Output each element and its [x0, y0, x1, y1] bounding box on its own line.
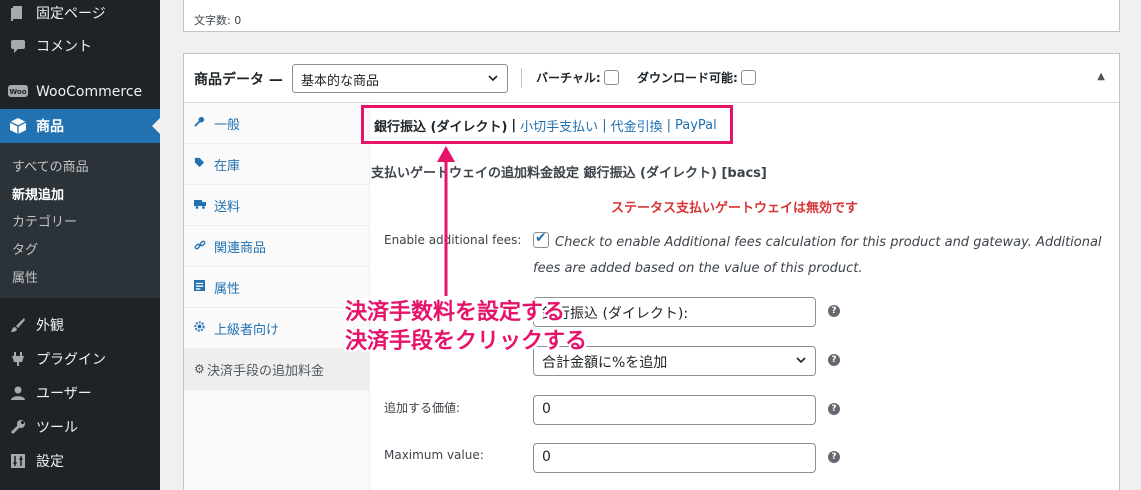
- help-icon[interactable]: ?: [828, 354, 840, 366]
- menu-item-plugins[interactable]: プラグイン: [0, 342, 160, 376]
- annotation-line: 決済手数料を設定する: [345, 300, 566, 325]
- tab-general[interactable]: 一般: [184, 103, 369, 144]
- downloadable-checkbox[interactable]: [740, 70, 756, 85]
- wrench-icon: [194, 116, 214, 130]
- svg-text:Woo: Woo: [9, 88, 26, 96]
- page-icon: [0, 4, 36, 22]
- product-type-select[interactable]: 基本的な商品: [292, 64, 508, 93]
- menu-item-users[interactable]: ユーザー: [0, 376, 160, 410]
- help-icon[interactable]: ?: [828, 403, 840, 415]
- fee-value-label: 追加する価値:: [384, 401, 461, 415]
- help-icon[interactable]: ?: [828, 451, 840, 463]
- menu-item-settings[interactable]: 設定: [0, 444, 160, 478]
- settings-icon: [0, 453, 36, 469]
- menu-item-woocommerce[interactable]: Woo WooCommerce: [0, 75, 160, 109]
- product-data-header: 商品データ — 基本的な商品 バーチャル: ダウンロード可能: ▲: [184, 54, 1119, 103]
- tools-icon: [0, 419, 36, 435]
- enable-fees-description: Check to enable Additional fees calculat…: [533, 235, 1102, 276]
- woocommerce-icon: Woo: [0, 85, 36, 99]
- tab-label: 決済手段の追加料金: [207, 363, 325, 379]
- downloadable-option: ダウンロード可能:: [637, 69, 756, 86]
- fee-value-input[interactable]: 0: [533, 395, 816, 425]
- plugins-icon: [0, 351, 36, 367]
- enable-fees-label: Enable additional fees:: [384, 233, 522, 247]
- menu-label: コメント: [36, 39, 92, 55]
- menu-item-products[interactable]: 商品: [0, 109, 160, 143]
- downloadable-label: ダウンロード可能:: [637, 71, 738, 85]
- tab-label: 関連商品: [214, 240, 267, 256]
- truck-icon: [194, 198, 214, 212]
- section-title: 支払いゲートウェイの追加料金設定 銀行振込 (ダイレクト) [bacs]: [371, 166, 767, 181]
- fee-type-value: 合計金額に%を追加: [542, 355, 668, 371]
- virtual-label: バーチャル:: [536, 71, 601, 85]
- tab-label: 在庫: [214, 158, 241, 174]
- gear-icon: ⚙: [194, 362, 205, 376]
- tab-shipping[interactable]: 送料: [184, 185, 369, 226]
- gear-icon: [194, 321, 214, 335]
- chevron-down-icon: [487, 72, 499, 88]
- submenu-add-new[interactable]: 新規追加: [12, 184, 64, 203]
- menu-item-pages[interactable]: 固定ページ: [0, 0, 160, 30]
- tab-label: 一般: [214, 117, 241, 133]
- menu-label: 外観: [36, 318, 64, 334]
- users-icon: [0, 385, 36, 401]
- header-divider: [521, 68, 522, 88]
- help-icon[interactable]: ?: [828, 305, 840, 317]
- list-icon: [194, 280, 214, 294]
- tab-label: 送料: [214, 199, 241, 215]
- menu-label: 固定ページ: [36, 6, 106, 22]
- tab-advanced[interactable]: 上級者向け: [184, 308, 369, 349]
- product-data-tabs: 一般 在庫 送料 関連商品 属性 上級者向け ⚙ 決済手段の追加料金: [184, 103, 370, 490]
- menu-item-appearance[interactable]: 外観: [0, 308, 160, 342]
- products-icon: [0, 117, 36, 135]
- tab-linked-products[interactable]: 関連商品: [184, 226, 369, 267]
- menu-label: 商品: [36, 119, 64, 135]
- annotation-line: 決済手段をクリックする: [345, 329, 588, 354]
- collapse-toggle-icon[interactable]: ▲: [1097, 71, 1105, 82]
- virtual-option: バーチャル:: [536, 69, 619, 86]
- menu-label: プラグイン: [36, 352, 106, 368]
- menu-label: ツール: [36, 420, 78, 436]
- max-value-input[interactable]: 0: [533, 443, 816, 473]
- submenu-categories[interactable]: カテゴリー: [12, 211, 77, 230]
- menu-label: 設定: [36, 454, 64, 470]
- link-icon: [194, 239, 214, 254]
- submenu-all-products[interactable]: すべての商品: [12, 156, 89, 175]
- chevron-down-icon: [795, 354, 807, 370]
- word-count: 文字数: 0: [194, 14, 242, 27]
- tab-label: 上級者向け: [214, 322, 280, 338]
- tab-label: 属性: [214, 281, 241, 297]
- highlight-frame: [361, 105, 733, 144]
- virtual-checkbox[interactable]: [603, 70, 619, 85]
- max-value-label: Maximum value:: [384, 448, 484, 462]
- appearance-icon: [0, 317, 36, 333]
- menu-item-tools[interactable]: ツール: [0, 410, 160, 444]
- tab-inventory[interactable]: 在庫: [184, 144, 369, 185]
- comment-icon: [0, 38, 36, 54]
- admin-sidebar: 固定ページ コメント Woo WooCommerce 商品 すべての商品 新規追…: [0, 0, 160, 490]
- enable-fees-checkbox[interactable]: [533, 230, 549, 248]
- menu-item-comments[interactable]: コメント: [0, 29, 160, 63]
- submenu-attributes[interactable]: 属性: [12, 267, 38, 286]
- tab-payment-fees[interactable]: ⚙ 決済手段の追加料金: [184, 349, 369, 390]
- product-type-value: 基本的な商品: [301, 74, 380, 89]
- product-data-title: 商品データ —: [194, 72, 283, 88]
- product-data-box: 商品データ — 基本的な商品 バーチャル: ダウンロード可能: ▲ 一般 在庫 …: [183, 53, 1120, 490]
- tab-attributes[interactable]: 属性: [184, 267, 369, 308]
- tag-icon: [194, 157, 214, 171]
- annotation-text: 決済手数料を設定する 決済手段をクリックする: [345, 298, 587, 356]
- products-submenu: すべての商品 新規追加 カテゴリー タグ 属性: [0, 143, 160, 298]
- menu-label: WooCommerce: [36, 84, 143, 100]
- menu-label: ユーザー: [36, 386, 92, 402]
- editor-status-bar: 文字数: 0: [183, 0, 1120, 32]
- gateway-status: ステータス支払いゲートウェイは無効です: [611, 201, 859, 216]
- submenu-tags[interactable]: タグ: [12, 239, 38, 258]
